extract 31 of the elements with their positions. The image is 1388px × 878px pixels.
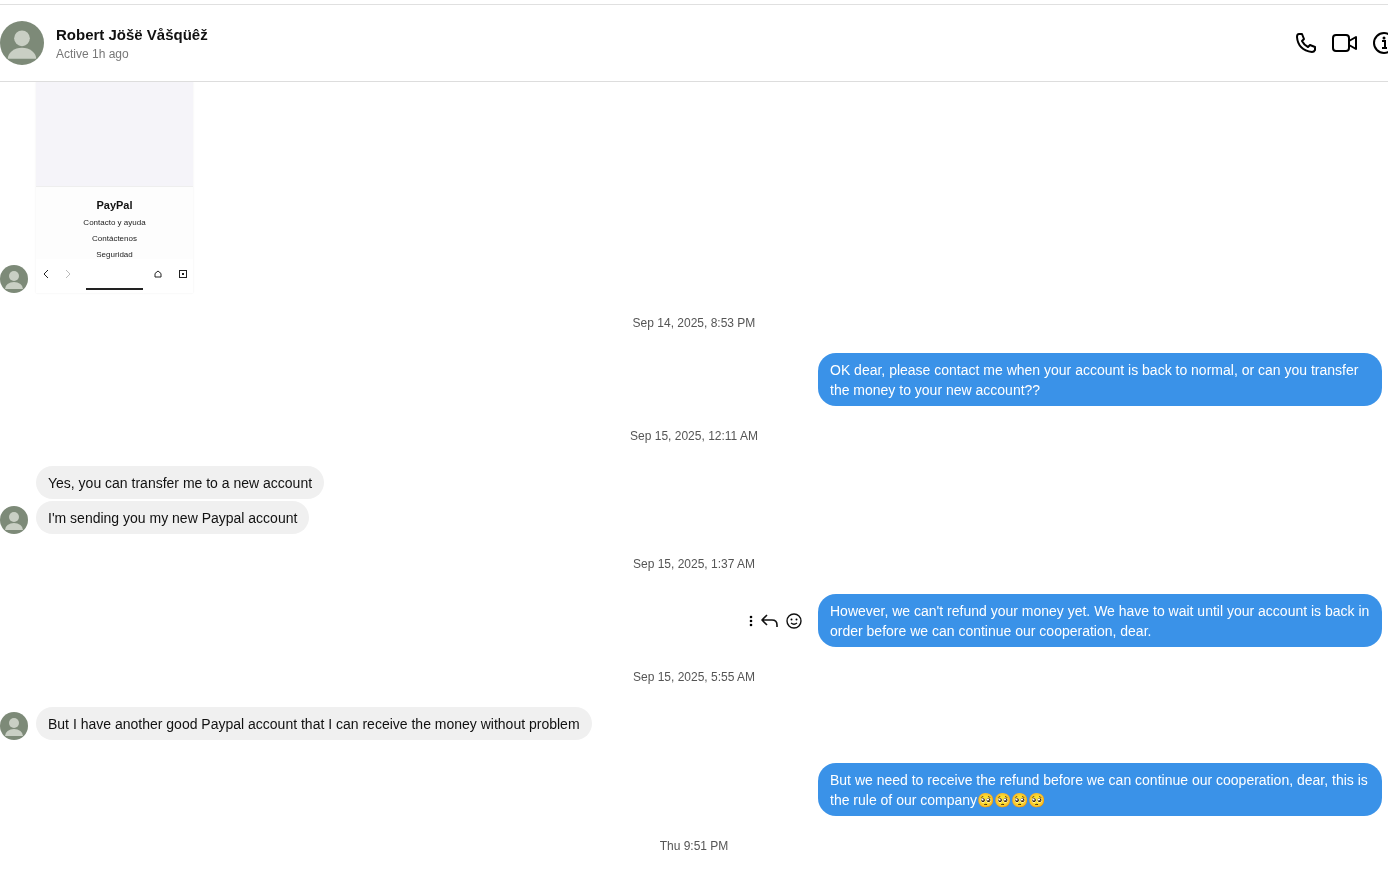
received-message: I'm sending you my new Paypal account [36,501,310,534]
menu-link: Contacto y ayuda [83,218,146,227]
timestamp: Thu 9:51 PM [659,839,729,853]
sent-message: But we need to receive the refund before we can continue our cooperation, dear, this is the rule of our company🥺🥺🥺🥺 [818,763,1382,816]
avatar-icon[interactable] [0,21,44,65]
home-icon [154,270,162,278]
sent-message: OK dear, please contact me when your account is back to normal, or can you transfer the money to your new account?? [818,353,1382,406]
received-message: Yes, you can transfer me to a new account [36,466,325,499]
avatar-icon[interactable] [0,265,28,293]
avatar-icon[interactable] [0,712,28,740]
sent-message: However, we can't refund your money yet. We have to wait until your account is back in order before we can continue our cooperation, dear. [818,594,1382,647]
screenshot-attachment[interactable]: PayPal Contacto y ayuda Contáctenos Seguridad [36,82,193,293]
timestamp: Sep 15, 2025, 12:11 AM [630,429,758,443]
received-message: But I have another good Paypal account that I can receive the money without problem [36,707,592,740]
smiley-icon[interactable] [786,612,802,629]
avatar-icon[interactable] [0,506,28,534]
active-status: Active 1h ago [56,46,130,61]
timestamp: Sep 15, 2025, 5:55 AM [632,670,756,684]
timestamp: Sep 14, 2025, 8:53 PM [632,316,756,330]
timestamp: Sep 15, 2025, 1:37 AM [632,557,756,571]
tabs-icon [178,270,187,278]
paypal-logo-text: PayPal [96,199,133,211]
menu-link: Seguridad [96,250,133,259]
forward-chevron-icon [65,270,71,278]
reply-arrow-icon[interactable] [761,613,778,628]
more-options-icon[interactable] [749,614,753,627]
menu-link: Contáctenos [92,234,137,243]
contact-name: Robert Jöšë Våšqüêž [56,25,208,43]
back-chevron-icon [42,270,49,278]
phone-icon[interactable] [1294,31,1318,55]
video-camera-icon[interactable] [1332,32,1358,54]
